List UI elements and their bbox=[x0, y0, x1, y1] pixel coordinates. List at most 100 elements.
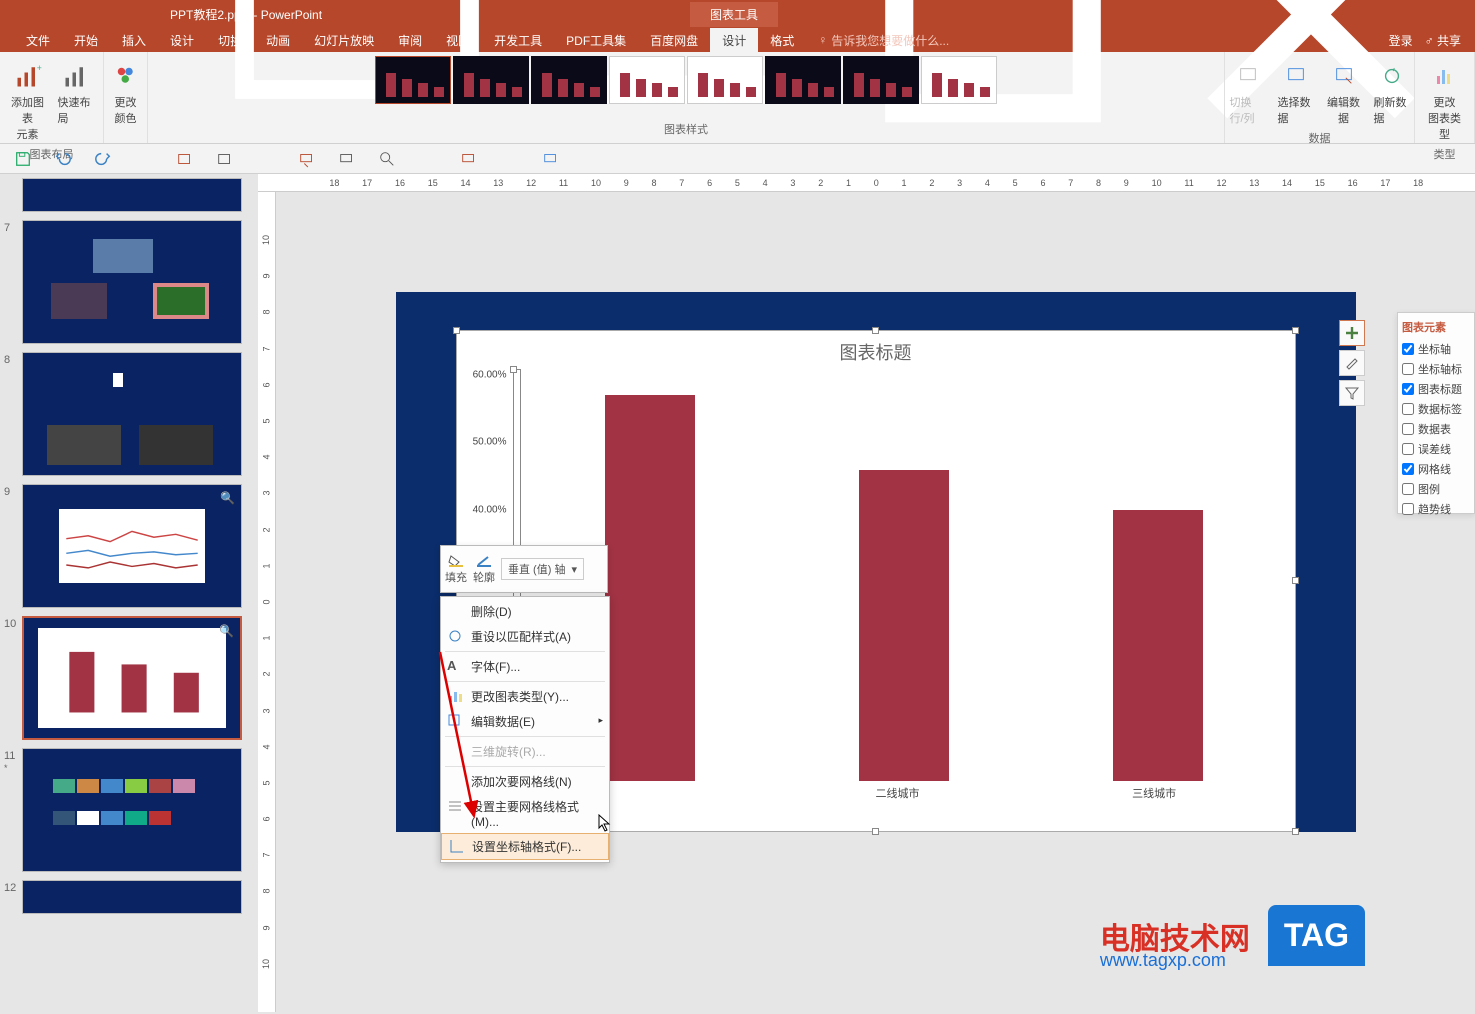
chart-style-5[interactable] bbox=[687, 56, 763, 104]
menu-change-chart-type[interactable]: 更改图表类型(Y)... bbox=[441, 684, 609, 709]
chart-filters-button[interactable] bbox=[1339, 380, 1365, 406]
chart-bar-0[interactable] bbox=[605, 395, 695, 781]
zoom-icon[interactable] bbox=[378, 150, 396, 168]
menu-delete[interactable]: 删除(D) bbox=[441, 599, 609, 624]
tab-chart-design[interactable]: 设计 bbox=[710, 28, 758, 52]
undo-icon[interactable] bbox=[54, 150, 72, 168]
chart-element-option-2[interactable]: 图表标题 bbox=[1402, 379, 1470, 399]
change-chart-type-button[interactable]: 更改 图表类型 bbox=[1421, 56, 1468, 144]
select-data-button[interactable]: 选择数据 bbox=[1274, 56, 1318, 128]
tab-animations[interactable]: 动画 bbox=[254, 28, 302, 52]
submenu-arrow-icon: ▸ bbox=[598, 715, 603, 726]
chart-element-option-3[interactable]: 数据标签 bbox=[1402, 399, 1470, 419]
menu-font[interactable]: A字体(F)... bbox=[441, 654, 609, 679]
chart-bar-2[interactable] bbox=[1113, 510, 1203, 781]
chart-element-option-4[interactable]: 数据表 bbox=[1402, 419, 1470, 439]
title-bar: PPT教程2.pptx - PowerPoint 图表工具 bbox=[0, 0, 1475, 28]
refresh-q-icon[interactable] bbox=[542, 150, 560, 168]
tab-pdf[interactable]: PDF工具集 bbox=[554, 28, 638, 52]
chart-quick-buttons bbox=[1339, 320, 1365, 406]
checkbox[interactable] bbox=[1402, 443, 1414, 455]
colors-icon bbox=[108, 58, 144, 94]
slide-thumbnails-panel[interactable]: 7 8 9🔍 10🔍 11* 12 bbox=[0, 174, 258, 1014]
checkbox[interactable] bbox=[1402, 463, 1414, 475]
chart-style-3[interactable] bbox=[531, 56, 607, 104]
switch-row-col-button[interactable]: 切换行/列 bbox=[1226, 56, 1270, 128]
chart-icon bbox=[447, 688, 463, 704]
new-slide-icon[interactable] bbox=[176, 150, 194, 168]
tab-transitions[interactable]: 切换 bbox=[206, 28, 254, 52]
tab-slideshow[interactable]: 幻灯片放映 bbox=[302, 28, 386, 52]
tab-insert[interactable]: 插入 bbox=[110, 28, 158, 52]
chart-style-8[interactable] bbox=[921, 56, 997, 104]
change-colors-button[interactable]: 更改 颜色 bbox=[104, 56, 148, 128]
tell-me-field[interactable]: ♀ 告诉我您想要做什么... bbox=[818, 28, 949, 52]
panel-title: 图表元素 bbox=[1402, 319, 1470, 335]
chart-style-4[interactable] bbox=[609, 56, 685, 104]
checkbox[interactable] bbox=[1402, 343, 1414, 355]
slide-thumbnail-9[interactable]: 9🔍 bbox=[4, 484, 250, 608]
x-axis-labels[interactable]: 一线城市 二线城市 三线城市 bbox=[513, 785, 1283, 801]
outline-button[interactable]: 轮廓 bbox=[473, 554, 495, 585]
checkbox[interactable] bbox=[1402, 483, 1414, 495]
chart-type-icon bbox=[1427, 58, 1463, 94]
tab-chart-format[interactable]: 格式 bbox=[758, 28, 806, 52]
chart-style-2[interactable] bbox=[453, 56, 529, 104]
edit-data-button[interactable]: 编辑数 据 bbox=[1322, 56, 1366, 128]
axis-selector-dropdown[interactable]: 垂直 (值) 轴 ▾ bbox=[501, 558, 584, 580]
presenter-icon[interactable] bbox=[338, 150, 356, 168]
add-element-icon: + bbox=[10, 58, 46, 94]
checkbox[interactable] bbox=[1402, 383, 1414, 395]
chart-element-option-0[interactable]: 坐标轴 bbox=[1402, 339, 1470, 359]
chart-element-option-7[interactable]: 图例 bbox=[1402, 479, 1470, 499]
tab-design[interactable]: 设计 bbox=[158, 28, 206, 52]
checkbox[interactable] bbox=[1402, 503, 1414, 515]
login-button[interactable]: 登录 bbox=[1389, 32, 1413, 49]
slide-thumbnail-partial[interactable] bbox=[4, 178, 250, 212]
chart-style-7[interactable] bbox=[843, 56, 919, 104]
tab-view[interactable]: 视图 bbox=[434, 28, 482, 52]
chart-style-1[interactable] bbox=[375, 56, 451, 104]
menu-edit-data[interactable]: 编辑数据(E)▸ bbox=[441, 709, 609, 734]
chart-plot-area[interactable] bbox=[513, 375, 1283, 781]
refresh-data-button[interactable]: 刷新数据 bbox=[1370, 56, 1414, 128]
menu-reset-style[interactable]: 重设以匹配样式(A) bbox=[441, 624, 609, 649]
chevron-down-icon: ▾ bbox=[571, 563, 577, 576]
slide-thumbnail-8[interactable]: 8 bbox=[4, 352, 250, 476]
checkbox[interactable] bbox=[1402, 363, 1414, 375]
presenter2-icon[interactable] bbox=[460, 150, 478, 168]
chart-element-option-5[interactable]: 误差线 bbox=[1402, 439, 1470, 459]
tab-file[interactable]: 文件 bbox=[14, 28, 62, 52]
save-icon[interactable] bbox=[14, 150, 32, 168]
tab-review[interactable]: 审阅 bbox=[386, 28, 434, 52]
checkbox[interactable] bbox=[1402, 423, 1414, 435]
slide-thumbnail-11[interactable]: 11* bbox=[4, 748, 250, 872]
add-chart-element-button[interactable]: + 添加图表 元素 bbox=[6, 56, 50, 144]
chart-element-option-6[interactable]: 网格线 bbox=[1402, 459, 1470, 479]
tab-developer[interactable]: 开发工具 bbox=[482, 28, 554, 52]
checkbox[interactable] bbox=[1402, 403, 1414, 415]
tab-home[interactable]: 开始 bbox=[62, 28, 110, 52]
chart-styles-button[interactable] bbox=[1339, 350, 1365, 376]
slide-thumbnail-12[interactable]: 12 bbox=[4, 880, 250, 914]
quick-layout-button[interactable]: 快速布局 bbox=[54, 56, 98, 128]
tab-baidu[interactable]: 百度网盘 bbox=[638, 28, 710, 52]
chart-style-6[interactable] bbox=[765, 56, 841, 104]
horizontal-ruler: 1817161514131211109876543210123456789101… bbox=[258, 174, 1475, 192]
slide-thumbnail-7[interactable]: 7 bbox=[4, 220, 250, 344]
svg-text:+: + bbox=[36, 63, 41, 73]
chart-elements-button[interactable] bbox=[1339, 320, 1365, 346]
menu-add-minor-gridlines[interactable]: 添加次要网格线(N) bbox=[441, 769, 609, 794]
chart-element-option-8[interactable]: 趋势线 bbox=[1402, 499, 1470, 519]
redo-icon[interactable] bbox=[94, 150, 112, 168]
chart-title[interactable]: 图表标题 bbox=[457, 331, 1295, 373]
menu-format-axis[interactable]: 设置坐标轴格式(F)... bbox=[441, 833, 609, 860]
start-slideshow-icon[interactable] bbox=[298, 150, 316, 168]
slide-thumbnail-10[interactable]: 10🔍 bbox=[4, 616, 250, 740]
share-button[interactable]: ♂ 共享 bbox=[1425, 32, 1461, 49]
menu-format-major-gridlines[interactable]: 设置主要网格线格式(M)... bbox=[441, 794, 609, 833]
layout-icon[interactable] bbox=[216, 150, 234, 168]
fill-button[interactable]: 填充 bbox=[445, 554, 467, 585]
chart-element-option-1[interactable]: 坐标轴标 bbox=[1402, 359, 1470, 379]
chart-bar-1[interactable] bbox=[859, 470, 949, 781]
